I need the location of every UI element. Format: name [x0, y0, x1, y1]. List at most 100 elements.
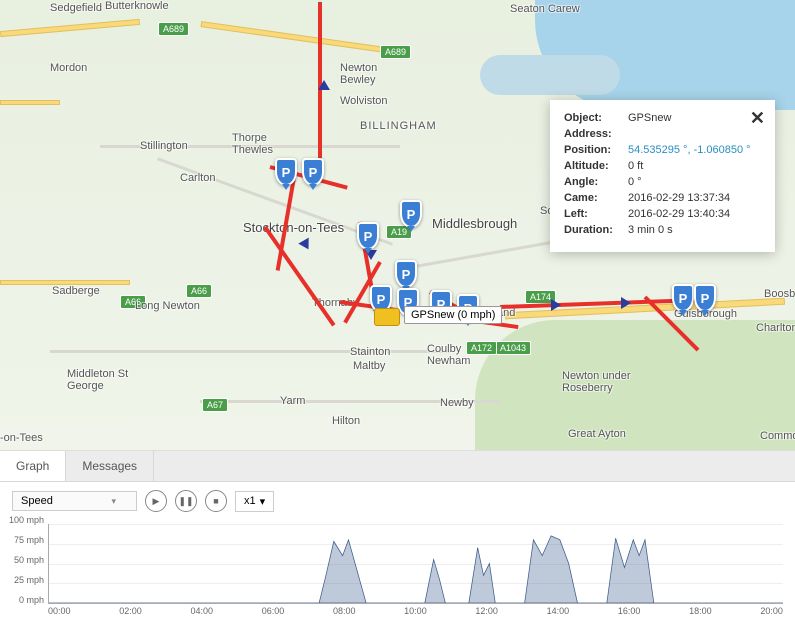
town-label: Stainton	[350, 346, 390, 358]
x-tick: 00:00	[48, 606, 71, 616]
road-shield: A172	[466, 341, 497, 355]
x-tick: 20:00	[760, 606, 783, 616]
green-area	[475, 320, 795, 450]
y-tick: 25 mph	[14, 575, 44, 585]
gps-track	[263, 226, 335, 327]
x-tick: 04:00	[190, 606, 213, 616]
map-view[interactable]: A689A689A66A66A1043A172A174A19A67 Sedgef…	[0, 0, 795, 450]
town-label: Sedgefield	[50, 2, 102, 14]
pause-button[interactable]: ❚❚	[175, 490, 197, 512]
speed-chart[interactable]: 100 mph 75 mph 50 mph 25 mph 0 mph 00:00…	[0, 520, 795, 620]
play-button[interactable]: ▶	[145, 490, 167, 512]
y-tick: 50 mph	[14, 555, 44, 565]
y-tick: 0 mph	[19, 595, 44, 605]
road	[201, 21, 400, 55]
town-label: Maltby	[353, 360, 385, 372]
town-label: Sadberge	[52, 285, 100, 297]
chart-controls: Speed ▶ ❚❚ ■ x1▾	[0, 482, 795, 520]
popup-came-label: Came:	[564, 192, 628, 204]
x-tick: 14:00	[547, 606, 570, 616]
popup-address-label: Address:	[564, 128, 628, 140]
town-label: Newby	[440, 397, 474, 409]
popup-address-value	[628, 128, 761, 140]
popup-altitude-value: 0 ft	[628, 160, 761, 172]
popup-position-label: Position:	[564, 144, 628, 156]
road	[0, 100, 60, 105]
town-label: Great Ayton	[568, 428, 626, 440]
road-shield: A66	[186, 284, 212, 298]
road-shield: A1043	[495, 341, 531, 355]
town-label: Hilton	[332, 415, 360, 427]
vehicle-marker-icon[interactable]	[374, 308, 400, 326]
parking-marker-icon[interactable]: P	[302, 158, 324, 186]
town-label: Carlton	[180, 172, 215, 184]
popup-position-value[interactable]: 54.535295 °, -1.060850 °	[628, 144, 761, 156]
road-shield: A689	[380, 45, 411, 59]
info-popup: ✕ Object:GPSnew Address: Position:54.535…	[550, 100, 775, 252]
popup-angle-value: 0 °	[628, 176, 761, 188]
town-label: Wolviston	[340, 95, 387, 107]
tab-bar: Graph Messages	[0, 451, 795, 482]
parking-marker-icon[interactable]: P	[694, 284, 716, 312]
parking-marker-icon[interactable]: P	[672, 284, 694, 312]
town-label: Mordon	[50, 62, 87, 74]
town-label: BILLINGHAM	[360, 120, 437, 132]
town-label: Stockton-on-Tees	[243, 220, 344, 235]
close-icon[interactable]: ✕	[750, 108, 765, 129]
town-label: Seaton Carew	[510, 3, 580, 15]
town-label: Charltons	[756, 322, 795, 334]
chart-body	[48, 524, 783, 604]
pause-icon: ❚❚	[178, 496, 193, 507]
chevron-down-icon: ▾	[260, 495, 266, 508]
popup-duration-value: 3 min 0 s	[628, 224, 761, 236]
road-shield: A67	[202, 398, 228, 412]
parking-marker-icon[interactable]: P	[400, 200, 422, 228]
x-tick: 06:00	[262, 606, 285, 616]
popup-came-value: 2016-02-29 13:37:34	[628, 192, 761, 204]
direction-arrow-icon	[621, 297, 631, 309]
town-label: Commondale	[760, 430, 795, 442]
road	[0, 19, 140, 37]
popup-object-value: GPSnew	[628, 112, 761, 124]
direction-arrow-icon	[318, 80, 330, 90]
popup-altitude-label: Altitude:	[564, 160, 628, 172]
stop-icon: ■	[213, 496, 218, 506]
chart-area	[49, 524, 783, 603]
direction-arrow-icon	[551, 299, 561, 311]
town-label: Long Newton	[135, 300, 200, 312]
tab-graph[interactable]: Graph	[0, 451, 66, 481]
popup-duration-label: Duration:	[564, 224, 628, 236]
town-label: Stillington	[140, 140, 188, 152]
road-shield: A689	[158, 22, 189, 36]
chart-x-axis: 00:0002:0004:0006:0008:0010:0012:0014:00…	[48, 604, 783, 616]
town-label: Newton underRoseberry	[562, 370, 631, 394]
y-tick: 100 mph	[9, 515, 44, 525]
town-label: ThorpeThewles	[232, 132, 273, 156]
town-label: -on-Tees	[0, 432, 43, 444]
tab-messages[interactable]: Messages	[66, 451, 154, 481]
x-tick: 16:00	[618, 606, 641, 616]
x-tick: 10:00	[404, 606, 427, 616]
vehicle-label[interactable]: GPSnew (0 mph)	[404, 306, 502, 324]
bottom-panel: Graph Messages Speed ▶ ❚❚ ■ x1▾ 100 mph …	[0, 450, 795, 620]
popup-object-label: Object:	[564, 112, 628, 124]
parking-marker-icon[interactable]: P	[395, 260, 417, 288]
direction-arrow-icon	[298, 238, 313, 253]
parking-marker-icon[interactable]: P	[275, 158, 297, 186]
town-label: NewtonBewley	[340, 62, 377, 86]
play-icon: ▶	[153, 496, 160, 507]
town-label: Middlesbrough	[432, 216, 517, 231]
parking-marker-icon[interactable]: P	[357, 222, 379, 250]
x-tick: 18:00	[689, 606, 712, 616]
town-label: Boosbeck	[764, 288, 795, 300]
stop-button[interactable]: ■	[205, 490, 227, 512]
x-tick: 12:00	[475, 606, 498, 616]
speed-multiplier-dropdown[interactable]: x1▾	[235, 491, 274, 512]
metric-dropdown[interactable]: Speed	[12, 491, 137, 511]
town-label: CoulbyNewham	[427, 343, 470, 367]
x-tick: 02:00	[119, 606, 142, 616]
popup-left-value: 2016-02-29 13:40:34	[628, 208, 761, 220]
chart-y-axis: 100 mph 75 mph 50 mph 25 mph 0 mph	[2, 520, 46, 600]
town-label: Middleton StGeorge	[67, 368, 128, 392]
town-label: Yarm	[280, 395, 305, 407]
